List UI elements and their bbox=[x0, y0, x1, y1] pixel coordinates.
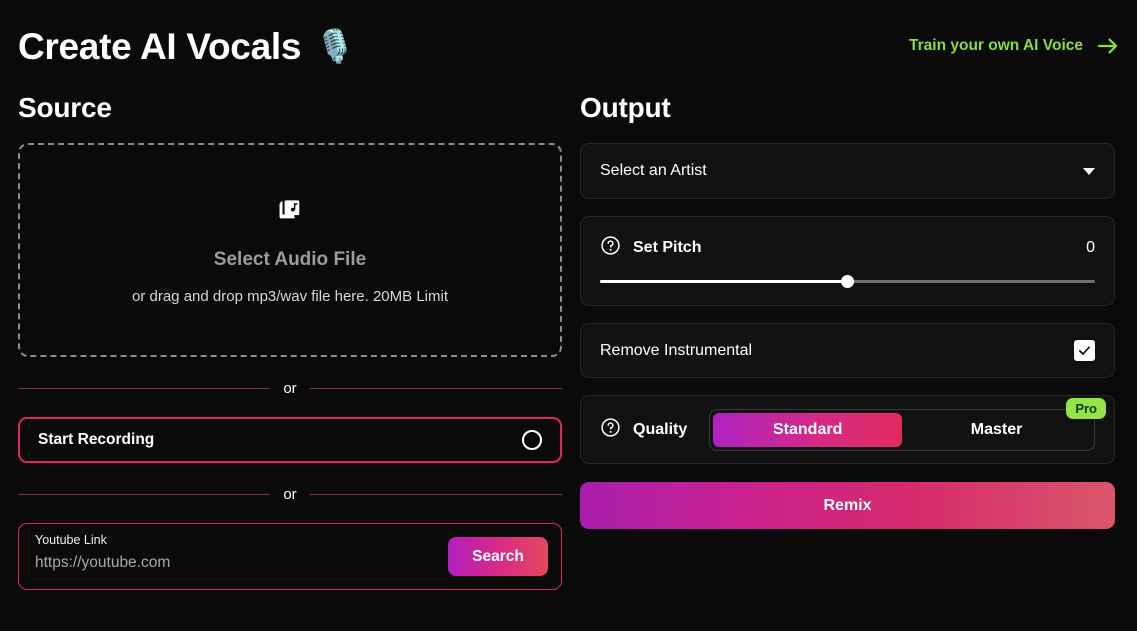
set-pitch-card: Set Pitch 0 bbox=[580, 216, 1115, 306]
start-recording-label: Start Recording bbox=[38, 431, 155, 448]
set-pitch-slider[interactable] bbox=[600, 275, 1095, 288]
pro-badge: Pro bbox=[1066, 397, 1106, 420]
youtube-link-field[interactable]: Youtube Link Search bbox=[18, 523, 562, 590]
help-circle-icon[interactable] bbox=[600, 235, 621, 261]
youtube-link-input[interactable] bbox=[35, 554, 405, 572]
quality-option-master[interactable]: Master bbox=[902, 413, 1091, 447]
help-circle-icon[interactable] bbox=[600, 417, 621, 443]
slider-fill bbox=[600, 280, 848, 283]
dropzone-primary-label: Select Audio File bbox=[213, 248, 367, 270]
quality-card: Quality Standard Master Pro bbox=[580, 395, 1115, 464]
quality-label: Quality bbox=[633, 420, 688, 438]
artist-select[interactable]: Select an Artist bbox=[580, 143, 1115, 199]
divider-label: or bbox=[283, 486, 297, 503]
arrow-right-icon bbox=[1097, 37, 1119, 55]
remix-button[interactable]: Remix bbox=[580, 482, 1115, 529]
quality-option-standard[interactable]: Standard bbox=[713, 412, 903, 447]
train-link-label: Train your own AI Voice bbox=[909, 37, 1083, 54]
remove-instrumental-checkbox[interactable] bbox=[1074, 340, 1095, 361]
divider-or-2: or bbox=[18, 486, 562, 503]
set-pitch-label: Set Pitch bbox=[633, 239, 702, 256]
source-column: Source Select Audio File or drag and dro… bbox=[0, 92, 580, 590]
studio-microphone-icon: 🎙️ bbox=[315, 28, 355, 64]
output-heading: Output bbox=[580, 92, 671, 123]
record-circle-icon bbox=[522, 430, 542, 450]
search-button[interactable]: Search bbox=[448, 537, 548, 576]
set-pitch-value: 0 bbox=[1086, 239, 1095, 256]
train-your-own-ai-voice-link[interactable]: Train your own AI Voice bbox=[909, 37, 1119, 55]
slider-thumb[interactable] bbox=[841, 275, 854, 288]
main-columns: Source Select Audio File or drag and dro… bbox=[0, 92, 1137, 590]
create-ai-vocals-page: Create AI Vocals 🎙️ Train your own AI Vo… bbox=[0, 0, 1137, 631]
source-heading: Source bbox=[18, 92, 112, 123]
divider-rule-right bbox=[309, 388, 562, 389]
dropzone-secondary-label: or drag and drop mp3/wav file here. 20MB… bbox=[132, 287, 448, 305]
output-column: Output Select an Artist Set Pitch 0 Remo… bbox=[580, 92, 1137, 590]
audio-file-dropzone[interactable]: Select Audio File or drag and drop mp3/w… bbox=[18, 143, 562, 357]
artist-select-value: Select an Artist bbox=[600, 162, 707, 179]
remove-instrumental-row[interactable]: Remove Instrumental bbox=[580, 323, 1115, 378]
set-pitch-header: Set Pitch 0 bbox=[600, 235, 1095, 261]
page-header: Create AI Vocals 🎙️ Train your own AI Vo… bbox=[0, 0, 1137, 92]
divider-label: or bbox=[283, 380, 297, 397]
set-pitch-label-group: Set Pitch bbox=[600, 235, 701, 261]
divider-rule-left bbox=[18, 494, 271, 495]
title-group: Create AI Vocals 🎙️ bbox=[18, 28, 355, 65]
divider-rule-left bbox=[18, 388, 271, 389]
divider-or-1: or bbox=[18, 380, 562, 397]
page-title: Create AI Vocals bbox=[18, 25, 302, 67]
divider-rule-right bbox=[309, 494, 562, 495]
library-music-icon bbox=[277, 196, 303, 227]
start-recording-button[interactable]: Start Recording bbox=[18, 417, 562, 463]
remove-instrumental-label: Remove Instrumental bbox=[600, 341, 753, 359]
quality-segmented-control: Standard Master Pro bbox=[709, 397, 1106, 451]
check-icon bbox=[1079, 346, 1090, 355]
chevron-down-icon bbox=[1083, 167, 1095, 175]
quality-label-group: Quality bbox=[600, 417, 687, 443]
